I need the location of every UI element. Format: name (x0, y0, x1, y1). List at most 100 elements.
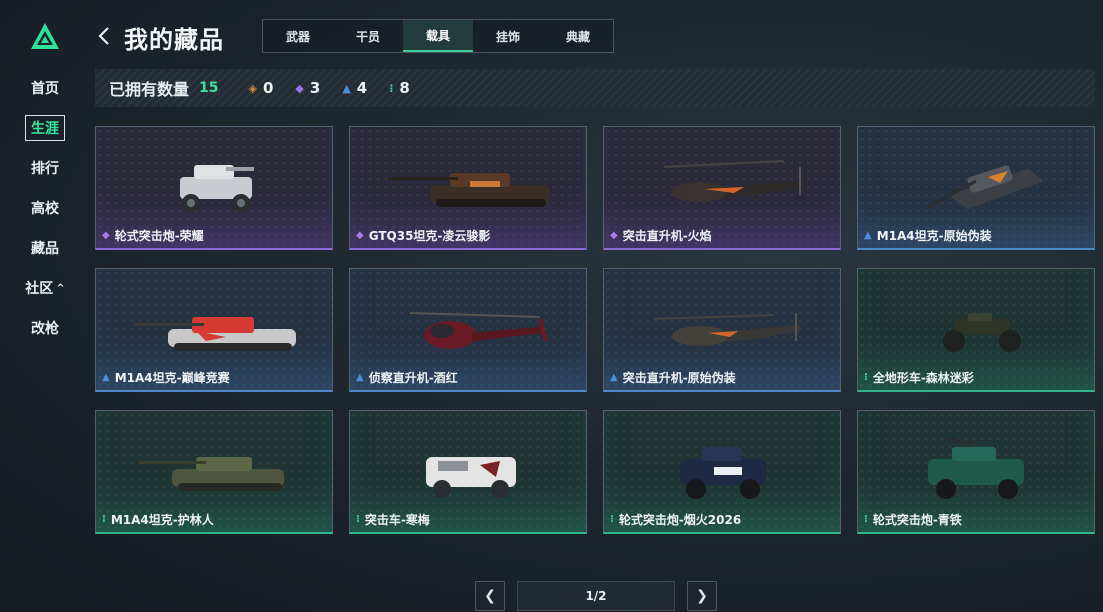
sidebar-item-career[interactable]: 生涯 (0, 108, 90, 148)
card-label: ▲ 侦察直升机-酒红 (356, 369, 458, 386)
vehicle-card[interactable]: ◆ 轮式突击炮-荣耀 (95, 126, 333, 250)
stat-value: 4 (356, 79, 368, 97)
armored-car-icon (426, 457, 516, 498)
purple-diamond-icon: ◆ (102, 230, 110, 241)
sidebar-item-label: 排行 (31, 161, 59, 177)
vehicle-card[interactable]: ⁝ 轮式突击炮-青铁 (857, 410, 1095, 534)
prev-page-button[interactable]: ❮ (475, 581, 505, 611)
purple-diamond-icon: ◆ (610, 230, 618, 241)
vehicle-card[interactable]: ⁝ M1A4坦克-护林人 (95, 410, 333, 534)
sidebar-item-gunsmith[interactable]: 改枪 (0, 308, 90, 348)
stat-blue: ▲ 4 (342, 79, 367, 97)
pagination: ❮ 1/2 ❯ (0, 581, 1103, 611)
vehicle-card[interactable]: ▲ M1A4坦克-原始伪装 (857, 126, 1095, 250)
tab-operators[interactable]: 干员 (333, 20, 403, 52)
owned-count-total: 15 (199, 80, 219, 96)
green-dots-icon: ⁝ (610, 514, 614, 525)
next-page-button[interactable]: ❯ (687, 581, 717, 611)
green-dots-icon: ⁝ (864, 514, 868, 525)
sidebar-item-ranking[interactable]: 排行 (0, 148, 90, 188)
chevron-up-icon: ^ (56, 282, 65, 294)
sidebar-nav: 首页 生涯 排行 高校 藏品 社区 ^ 改枪 (0, 68, 90, 348)
card-label: ⁝ 轮式突击炮-青铁 (864, 511, 962, 528)
vehicle-card[interactable]: ▲ 侦察直升机-酒红 (349, 268, 587, 392)
card-name: 轮式突击炮-青铁 (872, 513, 962, 527)
vehicle-card[interactable]: ⁝ 突击车-寒梅 (349, 410, 587, 534)
card-name: 突击直升机-原始伪装 (622, 371, 736, 385)
chevron-left-icon: ❮ (484, 588, 496, 604)
vehicle-card[interactable]: ◆ GTQ35坦克-凌云骏影 (349, 126, 587, 250)
back-arrow-icon[interactable] (97, 26, 111, 46)
vehicle-card[interactable]: ▲ M1A4坦克-巅峰竞赛 (95, 268, 333, 392)
vehicle-card[interactable]: ⁝ 轮式突击炮-烟火2026 (603, 410, 841, 534)
card-label: ⁝ 突击车-寒梅 (356, 511, 430, 528)
tank-icon (388, 173, 550, 207)
attack-helicopter-icon (663, 160, 804, 202)
card-name: 突击车-寒梅 (364, 513, 430, 527)
tab-charms[interactable]: 挂饰 (473, 20, 543, 52)
stat-green: ⁝ 8 (389, 79, 410, 97)
blue-triangle-icon: ▲ (356, 372, 364, 383)
card-name: 侦察直升机-酒红 (368, 371, 458, 385)
card-label: ◆ GTQ35坦克-凌云骏影 (356, 227, 490, 244)
page-indicator: 1/2 (517, 581, 675, 611)
tank-icon (134, 317, 296, 351)
attack-helicopter-icon (653, 313, 800, 346)
vehicle-card[interactable]: ▲ 突击直升机-原始伪装 (603, 268, 841, 392)
purple-diamond-icon: ◆ (356, 230, 364, 241)
tank-icon (927, 165, 1044, 209)
orange-diamond-icon: ◈ (248, 81, 257, 95)
sidebar-item-college[interactable]: 高校 (0, 188, 90, 228)
vehicle-card[interactable]: ⁝ 全地形车-森林迷彩 (857, 268, 1095, 392)
chevron-right-icon: ❯ (696, 588, 708, 604)
tab-collection[interactable]: 典藏 (543, 20, 613, 52)
tab-weapons[interactable]: 武器 (263, 20, 333, 52)
card-label: ▲ M1A4坦克-巅峰竞赛 (102, 369, 230, 386)
armored-car-icon (928, 437, 1024, 499)
stat-value: 3 (309, 79, 321, 97)
stat-value: 0 (262, 79, 274, 97)
sidebar-item-label: 藏品 (31, 241, 59, 257)
green-dots-icon: ⁝ (356, 514, 360, 525)
green-dots-icon: ⁝ (864, 372, 868, 383)
card-label: ▲ M1A4坦克-原始伪装 (864, 227, 992, 244)
stat-purple: ◆ 3 (295, 79, 320, 97)
atv-icon (943, 313, 1021, 352)
card-name: 突击直升机-火焰 (622, 229, 712, 243)
card-name: M1A4坦克-原始伪装 (876, 229, 992, 243)
card-label: ▲ 突击直升机-原始伪装 (610, 369, 736, 386)
blue-triangle-icon: ▲ (342, 81, 351, 95)
sidebar-item-label: 高校 (31, 201, 59, 217)
card-name: 全地形车-森林迷彩 (872, 371, 974, 385)
card-name: GTQ35坦克-凌云骏影 (368, 229, 491, 243)
purple-diamond-icon: ◆ (295, 81, 304, 95)
armored-car-icon (180, 165, 254, 212)
card-label: ⁝ M1A4坦克-护林人 (102, 511, 214, 528)
sidebar-item-label: 改枪 (31, 321, 59, 337)
owned-count-bar: 已拥有数量 15 ◈ 0 ◆ 3 ▲ 4 ⁝ 8 (95, 69, 1095, 107)
sidebar-item-label: 首页 (31, 81, 59, 97)
card-label: ⁝ 轮式突击炮-烟火2026 (610, 511, 741, 528)
card-label: ◆ 轮式突击炮-荣耀 (102, 227, 204, 244)
owned-count-label: 已拥有数量 (109, 80, 190, 99)
page-title: 我的藏品 (124, 26, 224, 54)
blue-triangle-icon: ▲ (610, 372, 618, 383)
category-tabs: 武器 干员 载具 挂饰 典藏 (262, 19, 614, 53)
tab-vehicles[interactable]: 载具 (403, 20, 473, 52)
app-logo-icon[interactable] (30, 22, 60, 50)
card-label: ◆ 突击直升机-火焰 (610, 227, 712, 244)
sidebar-item-label: 社区 (25, 281, 54, 297)
sidebar-item-home[interactable]: 首页 (0, 68, 90, 108)
stat-value: 8 (399, 79, 410, 97)
vehicle-card[interactable]: ◆ 突击直升机-火焰 (603, 126, 841, 250)
card-name: M1A4坦克-护林人 (110, 513, 214, 527)
card-name: 轮式突击炮-烟火2026 (618, 513, 742, 527)
tank-icon (140, 457, 284, 491)
armored-car-icon (680, 447, 766, 499)
card-name: 轮式突击炮-荣耀 (114, 229, 204, 243)
sidebar-item-collection[interactable]: 藏品 (0, 228, 90, 268)
vehicle-grid: ◆ 轮式突击炮-荣耀 ◆ GTQ35坦克-凌云骏影 ◆ 突击直升机-火焰 ▲ M1A4 (95, 126, 1095, 534)
blue-triangle-icon: ▲ (102, 372, 110, 383)
sidebar-item-community[interactable]: 社区 ^ (0, 268, 90, 308)
green-dots-icon: ⁝ (389, 81, 394, 95)
